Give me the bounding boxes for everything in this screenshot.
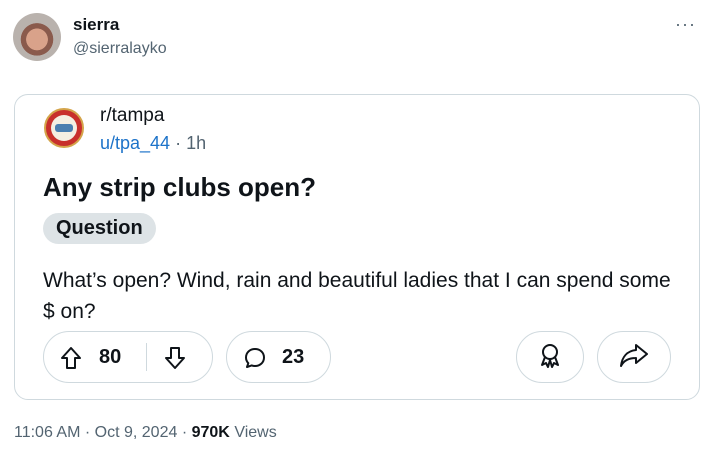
footer-separator: · <box>181 424 188 441</box>
share-button[interactable] <box>597 331 671 383</box>
post-meta: u/tpa_44 · 1h <box>100 133 206 154</box>
author-avatar[interactable] <box>13 13 61 61</box>
post-title[interactable]: Any strip clubs open? <box>43 172 316 203</box>
more-options-icon[interactable]: ··· <box>675 14 696 35</box>
embedded-reddit-post[interactable]: r/tampa u/tpa_44 · 1h Any strip clubs op… <box>14 94 700 400</box>
subreddit-logo <box>44 108 84 148</box>
post-flair: Question <box>43 213 156 244</box>
tweet-footer: 11:06 AM · Oct 9, 2024 · 970K Views <box>14 424 277 442</box>
upvote-icon[interactable] <box>60 346 82 375</box>
downvote-icon[interactable] <box>164 346 186 375</box>
vote-control: 80 <box>43 331 213 383</box>
comment-icon <box>243 346 267 375</box>
share-icon <box>619 342 649 373</box>
post-age: 1h <box>186 133 207 153</box>
author-name[interactable]: sierra <box>73 15 119 35</box>
comment-count: 23 <box>282 346 305 368</box>
vote-divider <box>146 343 147 371</box>
post-user[interactable]: u/tpa_44 <box>100 133 170 153</box>
vote-count: 80 <box>99 346 122 368</box>
meta-separator: · <box>175 133 182 153</box>
views-count: 970K <box>191 424 230 441</box>
award-button[interactable] <box>516 331 584 383</box>
post-body: What’s open? Wind, rain and beautiful la… <box>43 269 671 323</box>
subreddit-name[interactable]: r/tampa <box>100 105 164 127</box>
tweet-time[interactable]: 11:06 AM <box>14 424 80 441</box>
views-label: Views <box>234 424 277 441</box>
footer-separator: · <box>84 424 91 441</box>
comments-button[interactable]: 23 <box>226 331 331 383</box>
award-icon <box>536 341 564 374</box>
tweet-date[interactable]: Oct 9, 2024 <box>95 424 178 441</box>
author-handle[interactable]: @sierralayko <box>73 40 167 58</box>
